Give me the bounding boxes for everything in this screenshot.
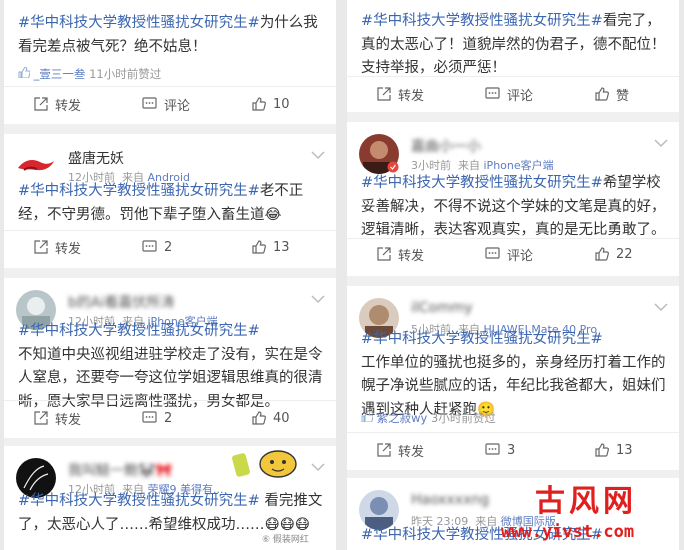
comment-button[interactable]: 评论: [485, 78, 533, 110]
comment-text: #华中科技大学教授性骚扰女研究生#老不正经，不守男德。罚他下辈子堕入畜生道😂: [18, 183, 304, 223]
liked-by-line: 紫之寂wy 3小时前赞过: [361, 410, 496, 426]
chevron-down-icon[interactable]: [310, 462, 326, 472]
comment-text: #华中科技大学教授性骚扰女研究生# 工作单位的骚扰也挺多的，亲身经历打着工作的幌子…: [361, 331, 666, 418]
username[interactable]: Haoxxxxng: [411, 492, 489, 508]
chevron-down-icon[interactable]: [310, 150, 326, 160]
thumbs-up-icon: [18, 66, 31, 79]
comment-button[interactable]: 2: [142, 231, 172, 263]
hashtag-link[interactable]: #华中科技大学教授性骚扰女研究生#: [18, 493, 260, 509]
thumbs-up-icon: [595, 443, 609, 457]
comment-button[interactable]: 评论: [142, 88, 190, 120]
thumbs-up-icon: [595, 247, 609, 261]
comment-card: b的Ai看嘉伏所涛 12小时前 来自 iPhone客户端 #华中科技大学教授性骚…: [4, 278, 336, 438]
liked-by-line: _壹三一叁 11小时前赞过: [18, 66, 161, 82]
liker-name[interactable]: _壹三一叁: [34, 67, 86, 81]
repost-button[interactable]: 转发: [34, 88, 81, 120]
repost-button[interactable]: 转发: [34, 402, 81, 434]
comment-text: #华中科技大学教授性骚扰女研究生# 看完推文了，太恶心人了……希望维权成功……😷…: [18, 493, 323, 533]
like-button[interactable]: 13: [252, 231, 290, 263]
like-button[interactable]: 赞: [595, 78, 629, 110]
post-meta: 3小时前 来自 iPhone客户端: [411, 159, 554, 172]
action-bar: 转发 评论 10: [4, 88, 336, 120]
like-button[interactable]: 10: [252, 88, 290, 120]
chevron-down-icon[interactable]: [653, 302, 669, 312]
watermark-url: www.yivst.com: [501, 522, 635, 542]
repost-button[interactable]: 转发: [377, 238, 424, 270]
comment-icon: [485, 443, 500, 455]
action-bar: 转发 评论 赞: [347, 78, 679, 110]
username[interactable]: 嘉曲小一小: [411, 136, 481, 156]
username[interactable]: ilCommy: [411, 300, 473, 316]
like-button[interactable]: 22: [595, 238, 633, 270]
comment-card: #华中科技大学教授性骚扰女研究生#看完了，真的太恶心了！道貌岸然的伪君子，德不配…: [347, 0, 679, 112]
chevron-down-icon[interactable]: [653, 138, 669, 148]
username[interactable]: 我叫鲢一鲍🐼🎀: [68, 460, 173, 480]
comment-icon: [142, 240, 157, 252]
comment-text: #华中科技大学教授性骚扰女研究生#看完了，真的太恶心了！道貌岸然的伪君子，德不配…: [361, 13, 666, 76]
repost-icon: [34, 411, 48, 425]
decoration-sticker: [232, 440, 298, 480]
repost-icon: [377, 87, 391, 101]
comment-icon: [142, 97, 157, 109]
comment-icon: [485, 87, 500, 99]
username[interactable]: b的Ai看嘉伏所涛: [68, 292, 174, 312]
repost-button[interactable]: 转发: [377, 78, 424, 110]
sticker-icon: [232, 450, 297, 478]
hashtag-link[interactable]: #华中科技大学教授性骚扰女研究生#: [361, 175, 603, 191]
like-button[interactable]: 13: [595, 434, 633, 466]
comment-text: #华中科技大学教授性骚扰女研究生#为什么我看完差点被气死？绝不姑息！: [18, 15, 318, 55]
thumbs-up-icon: [252, 240, 266, 254]
site-watermark: 古风网 www.yivst.com: [497, 476, 679, 546]
source-watermark: ⑥ 假装网红: [262, 535, 309, 545]
hashtag-link[interactable]: #华中科技大学教授性骚扰女研究生#: [361, 13, 603, 29]
action-bar: 转发 2 40: [4, 402, 336, 434]
action-bar: 转发 评论 22: [347, 238, 679, 270]
repost-icon: [377, 247, 391, 261]
thumbs-up-icon: [252, 97, 266, 111]
repost-button[interactable]: 转发: [377, 434, 424, 466]
repost-icon: [34, 240, 48, 254]
hashtag-link[interactable]: #华中科技大学教授性骚扰女研究生#: [361, 331, 603, 347]
thumbs-up-icon: [595, 87, 609, 101]
comment-text: #华中科技大学教授性骚扰女研究生#希望学校妥善解决，不得不说这个学妹的文笔是真的…: [361, 175, 666, 238]
like-button[interactable]: 40: [252, 402, 290, 434]
comment-card: 盛唐无妖 12小时前 来自 Android #华中科技大学教授性骚扰女研究生#老…: [4, 134, 336, 268]
comment-button[interactable]: 评论: [485, 238, 533, 270]
comment-button[interactable]: 2: [142, 402, 172, 434]
hashtag-link[interactable]: #华中科技大学教授性骚扰女研究生#: [18, 323, 260, 339]
comment-icon: [485, 247, 500, 259]
comment-card: ilCommy 5小时前 来自 HUAWEI Mate 40 Pro #华中科技…: [347, 286, 679, 470]
action-bar: 转发 3 13: [347, 434, 679, 466]
watermark-chinese: 古风网: [535, 484, 637, 519]
hashtag-link[interactable]: #华中科技大学教授性骚扰女研究生#: [18, 183, 260, 199]
action-bar: 转发 2 13: [4, 231, 336, 263]
chevron-down-icon[interactable]: [310, 294, 326, 304]
thumbs-up-icon: [252, 411, 266, 425]
left-feed-column: #华中科技大学教授性骚扰女研究生#为什么我看完差点被气死？绝不姑息！ _壹三一叁…: [4, 0, 336, 550]
comment-header: 嘉曲小一小 3小时前 来自 iPhone客户端: [359, 134, 671, 174]
comment-icon: [142, 411, 157, 423]
repost-icon: [34, 97, 48, 111]
thumbs-up-icon: [361, 410, 374, 423]
comment-card: 嘉曲小一小 3小时前 来自 iPhone客户端 #华中科技大学教授性骚扰女研究生…: [347, 122, 679, 276]
repost-icon: [377, 443, 391, 457]
liker-name[interactable]: 紫之寂wy: [377, 411, 428, 425]
comment-button[interactable]: 3: [485, 434, 515, 466]
hashtag-link[interactable]: #华中科技大学教授性骚扰女研究生#: [18, 15, 260, 31]
repost-button[interactable]: 转发: [34, 231, 81, 263]
comment-card: #华中科技大学教授性骚扰女研究生#为什么我看完差点被气死？绝不姑息！ _壹三一叁…: [4, 0, 336, 124]
right-feed-column: #华中科技大学教授性骚扰女研究生#看完了，真的太恶心了！道貌岸然的伪君子，德不配…: [347, 0, 679, 550]
username[interactable]: 盛唐无妖: [68, 148, 124, 168]
